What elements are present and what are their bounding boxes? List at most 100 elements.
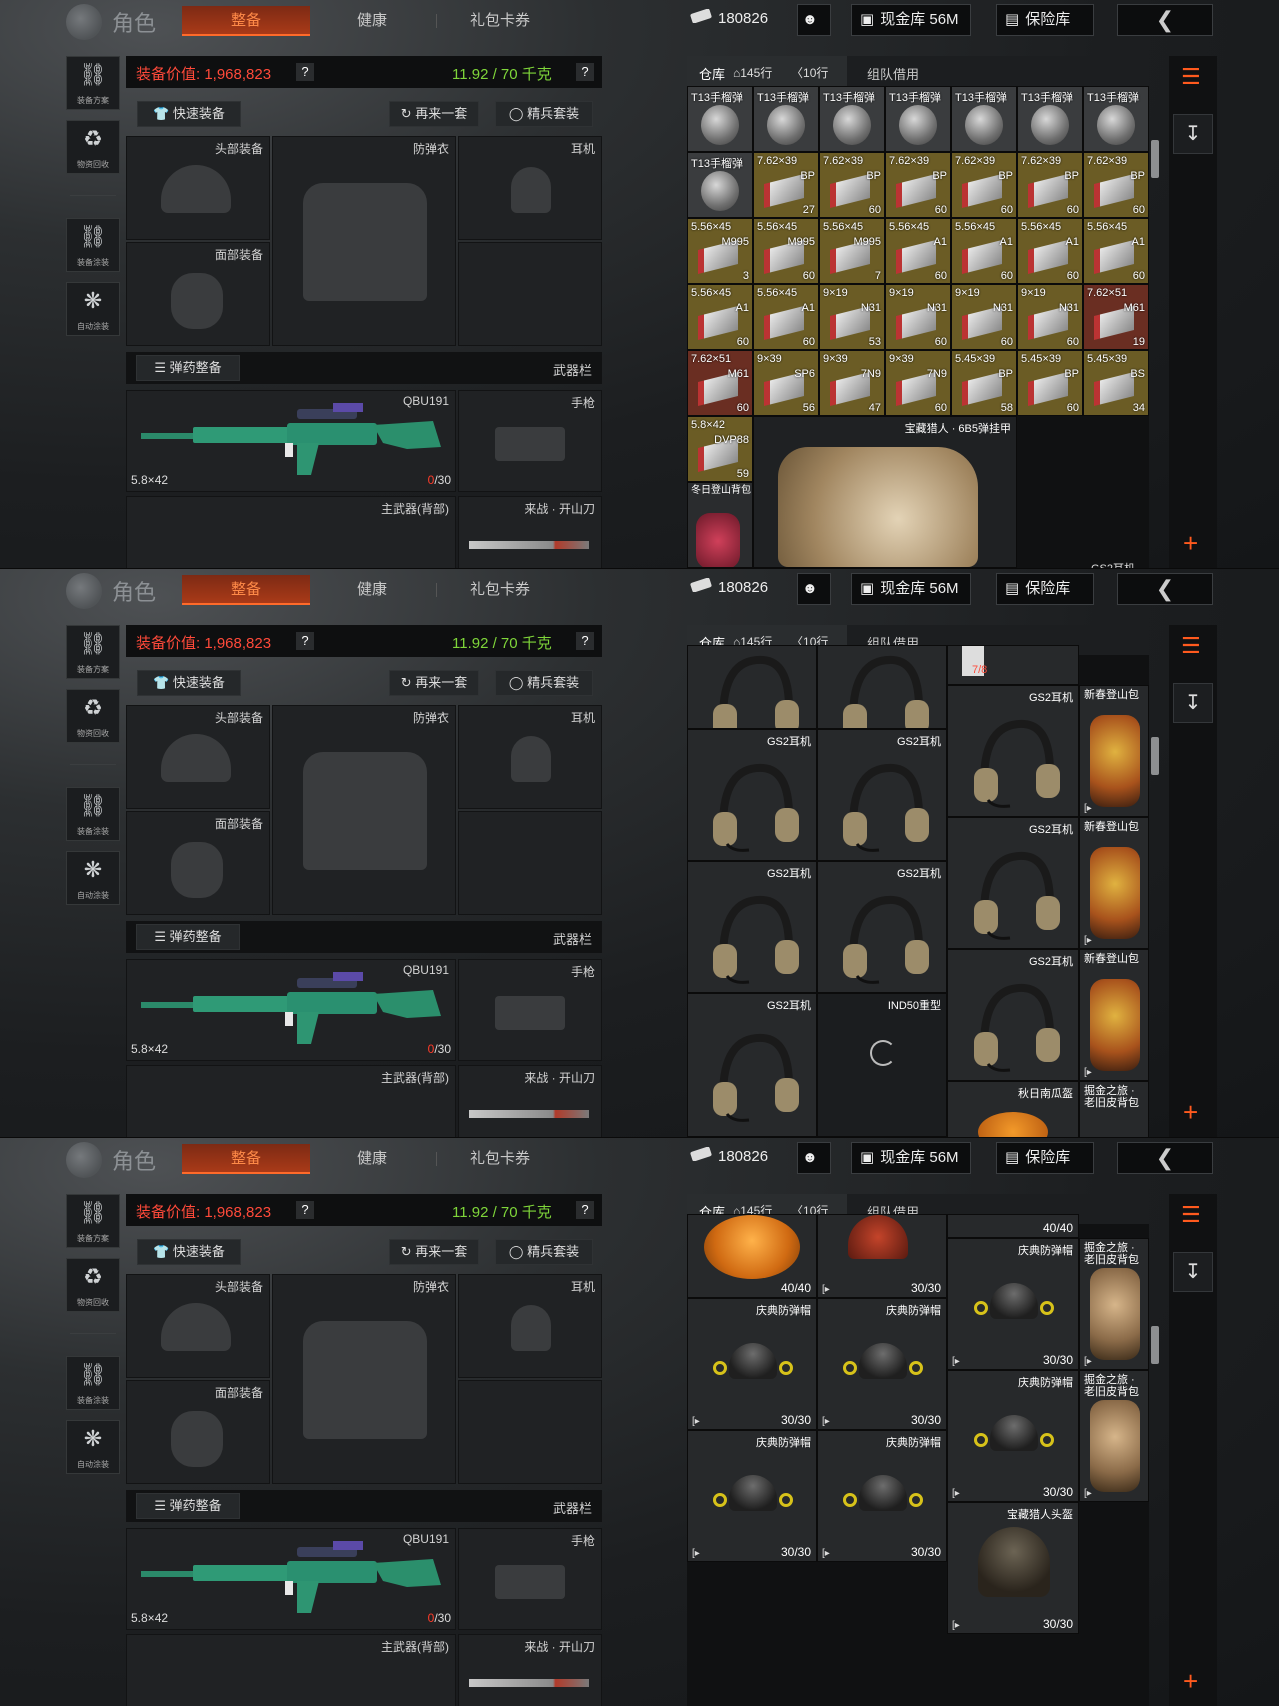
auto-skin-button[interactable]: ❋ 自动涂装 bbox=[66, 1420, 120, 1474]
value-help-icon[interactable]: ? bbox=[296, 1201, 314, 1219]
inventory-item[interactable]: 30/30 [▸ bbox=[817, 1214, 947, 1298]
head-slot[interactable]: 头部装备 bbox=[126, 1274, 270, 1378]
stack-download-button[interactable]: ↧ bbox=[1173, 114, 1213, 154]
inventory-item[interactable]: GS2耳机 bbox=[687, 729, 817, 861]
cash-vault-button[interactable]: ▣ 现金库 56M bbox=[851, 4, 971, 36]
face-slot[interactable]: 面部装备 bbox=[126, 242, 270, 346]
ammo-loadout-button[interactable]: ☰ 弹药整备 bbox=[136, 355, 240, 381]
inventory-item[interactable]: T13手榴弹 bbox=[951, 86, 1017, 152]
inventory-item[interactable]: 庆典防弹帽 30/30 [▸ bbox=[687, 1430, 817, 1562]
inventory-item[interactable] bbox=[817, 645, 947, 729]
large-item[interactable]: 冬日登山背包 bbox=[687, 482, 753, 568]
quick-equip-button[interactable]: 👕 快速装备 bbox=[137, 101, 241, 127]
inventory-item[interactable]: 9×39 7N9 47 bbox=[819, 350, 885, 416]
inventory-scrollbar[interactable] bbox=[1151, 140, 1159, 178]
inventory-scrollbar[interactable] bbox=[1151, 737, 1159, 775]
inventory-item[interactable]: T13手榴弹 bbox=[753, 86, 819, 152]
profile-button[interactable]: ☻ bbox=[797, 1142, 831, 1174]
armor-slot[interactable]: 防弹衣 bbox=[272, 136, 456, 346]
equip-again-button[interactable]: ↻ 再来一套 bbox=[389, 1239, 479, 1265]
melee-slot[interactable]: 来战 · 开山刀 bbox=[458, 1634, 602, 1706]
back-button[interactable]: ❮ bbox=[1117, 573, 1213, 605]
inventory-item[interactable]: 5.45×39 BS 34 bbox=[1083, 350, 1149, 416]
layer-sort-icon[interactable]: ☰ bbox=[1181, 1202, 1201, 1228]
loadout-preset-button[interactable]: ⛓ 装备方案 bbox=[66, 625, 120, 679]
elite-set-button[interactable]: ◯ 精兵套装 bbox=[495, 101, 593, 127]
stack-download-button[interactable]: ↧ bbox=[1173, 683, 1213, 723]
primary-weapon-slot[interactable]: QBU191 5.8×42 0/30 bbox=[126, 390, 456, 492]
inventory-item[interactable]: 掘金之旅 · 老旧皮背包 [▸ bbox=[1079, 1370, 1149, 1502]
inventory-item[interactable]: 宝藏猎人头盔 30/30 [▸ bbox=[947, 1502, 1079, 1634]
head-slot[interactable]: 头部装备 bbox=[126, 705, 270, 809]
inventory-item[interactable]: 5.45×39 BP 58 bbox=[951, 350, 1017, 416]
tab-health[interactable]: 健康 bbox=[322, 575, 422, 605]
inventory-item[interactable]: 5.56×45 M995 60 bbox=[753, 218, 819, 284]
inventory-item[interactable]: 9×39 7N9 60 bbox=[885, 350, 951, 416]
back-button[interactable]: ❮ bbox=[1117, 1142, 1213, 1174]
equip-again-button[interactable]: ↻ 再来一套 bbox=[389, 101, 479, 127]
inventory-item[interactable]: 庆典防弹帽 30/30 [▸ bbox=[687, 1298, 817, 1430]
back-weapon-slot[interactable]: 主武器(背部) bbox=[126, 496, 456, 568]
inventory-item[interactable]: 9×19 N31 60 bbox=[885, 284, 951, 350]
inventory-item[interactable]: 7.62×39 BP 60 bbox=[819, 152, 885, 218]
inventory-item[interactable]: 5.56×45 A1 60 bbox=[753, 284, 819, 350]
primary-weapon-slot[interactable]: QBU191 5.8×42 0/30 bbox=[126, 1528, 456, 1630]
safe-box-button[interactable]: ▤ 保险库 bbox=[996, 1142, 1094, 1174]
inventory-item[interactable]: 5.56×45 A1 60 bbox=[885, 218, 951, 284]
equip-again-button[interactable]: ↻ 再来一套 bbox=[389, 670, 479, 696]
weight-help-icon[interactable]: ? bbox=[576, 632, 594, 650]
safe-box-button[interactable]: ▤ 保险库 bbox=[996, 4, 1094, 36]
melee-slot[interactable]: 来战 · 开山刀 bbox=[458, 1065, 602, 1137]
inventory-item[interactable]: T13手榴弹 bbox=[1017, 86, 1083, 152]
back-button[interactable]: ❮ bbox=[1117, 4, 1213, 36]
inventory-item[interactable]: 庆典防弹帽 30/30 [▸ bbox=[817, 1298, 947, 1430]
inventory-item[interactable]: GS2耳机 bbox=[947, 949, 1079, 1081]
elite-set-button[interactable]: ◯ 精兵套装 bbox=[495, 1239, 593, 1265]
inventory-item[interactable]: 5.56×45 A1 60 bbox=[1083, 218, 1149, 284]
tab-loadout[interactable]: 整备 bbox=[182, 6, 310, 36]
tab-gift-coupons[interactable]: 礼包卡券 bbox=[450, 6, 550, 36]
headset-slot[interactable]: 耳机 bbox=[458, 136, 602, 240]
recycle-button[interactable]: ♻ 物资回收 bbox=[66, 1258, 120, 1312]
loadout-preset-button[interactable]: ⛓ 装备方案 bbox=[66, 1194, 120, 1248]
tab-health[interactable]: 健康 bbox=[322, 6, 422, 36]
armor-slot[interactable]: 防弹衣 bbox=[272, 705, 456, 915]
inventory-item[interactable]: 40/40 bbox=[947, 1214, 1079, 1238]
tab-loadout[interactable]: 整备 bbox=[182, 575, 310, 605]
inventory-item[interactable]: GS2耳机 bbox=[817, 729, 947, 861]
weight-help-icon[interactable]: ? bbox=[576, 63, 594, 81]
elite-set-button[interactable]: ◯ 精兵套装 bbox=[495, 670, 593, 696]
pistol-slot[interactable]: 手枪 bbox=[458, 1528, 602, 1630]
ammo-loadout-button[interactable]: ☰ 弹药整备 bbox=[136, 924, 240, 950]
recycle-button[interactable]: ♻ 物资回收 bbox=[66, 689, 120, 743]
profile-button[interactable]: ☻ bbox=[797, 4, 831, 36]
inventory-item[interactable]: 7.62×39 BP 27 bbox=[753, 152, 819, 218]
inventory-item[interactable]: T13手榴弹 bbox=[1083, 86, 1149, 152]
profile-button[interactable]: ☻ bbox=[797, 573, 831, 605]
tab-health[interactable]: 健康 bbox=[322, 1144, 422, 1174]
inventory-item[interactable]: 5.45×39 BP 60 bbox=[1017, 350, 1083, 416]
inventory-item[interactable]: 5.8×42 DVP88 59 bbox=[687, 416, 753, 482]
face-slot[interactable]: 面部装备 bbox=[126, 811, 270, 915]
loadout-preset-button[interactable]: ⛓ 装备方案 bbox=[66, 56, 120, 110]
tab-loadout[interactable]: 整备 bbox=[182, 1144, 310, 1174]
add-icon[interactable]: + bbox=[1183, 1668, 1198, 1694]
inventory-item[interactable]: GS2耳机 bbox=[947, 685, 1079, 817]
inventory-item[interactable]: 7.62×39 BP 60 bbox=[951, 152, 1017, 218]
inventory-item[interactable]: GS2耳机 bbox=[947, 817, 1079, 949]
inventory-item[interactable]: 5.56×45 M995 7 bbox=[819, 218, 885, 284]
auto-skin-button[interactable]: ❋ 自动涂装 bbox=[66, 851, 120, 905]
inventory-item[interactable]: 7/8 bbox=[947, 645, 1079, 685]
inventory-item[interactable]: 5.56×45 A1 60 bbox=[1017, 218, 1083, 284]
inventory-item[interactable]: 庆典防弹帽 30/30 [▸ bbox=[817, 1430, 947, 1562]
ammo-loadout-button[interactable]: ☰ 弹药整备 bbox=[136, 1493, 240, 1519]
inventory-item[interactable]: 9×19 N31 60 bbox=[951, 284, 1017, 350]
inventory-item[interactable]: T13手榴弹 bbox=[885, 86, 951, 152]
inventory-item[interactable]: 掘金之旅 · 老旧皮背包 [▸ bbox=[1079, 1238, 1149, 1370]
inventory-item[interactable]: 庆典防弹帽 30/30 [▸ bbox=[947, 1370, 1079, 1502]
inventory-item[interactable]: T13手榴弹 bbox=[687, 86, 753, 152]
weight-help-icon[interactable]: ? bbox=[576, 1201, 594, 1219]
headset-slot[interactable]: 耳机 bbox=[458, 705, 602, 809]
inventory-item[interactable]: GS2耳机 bbox=[687, 861, 817, 993]
equipment-skin-button[interactable]: ⛓ 装备涂装 bbox=[66, 218, 120, 272]
